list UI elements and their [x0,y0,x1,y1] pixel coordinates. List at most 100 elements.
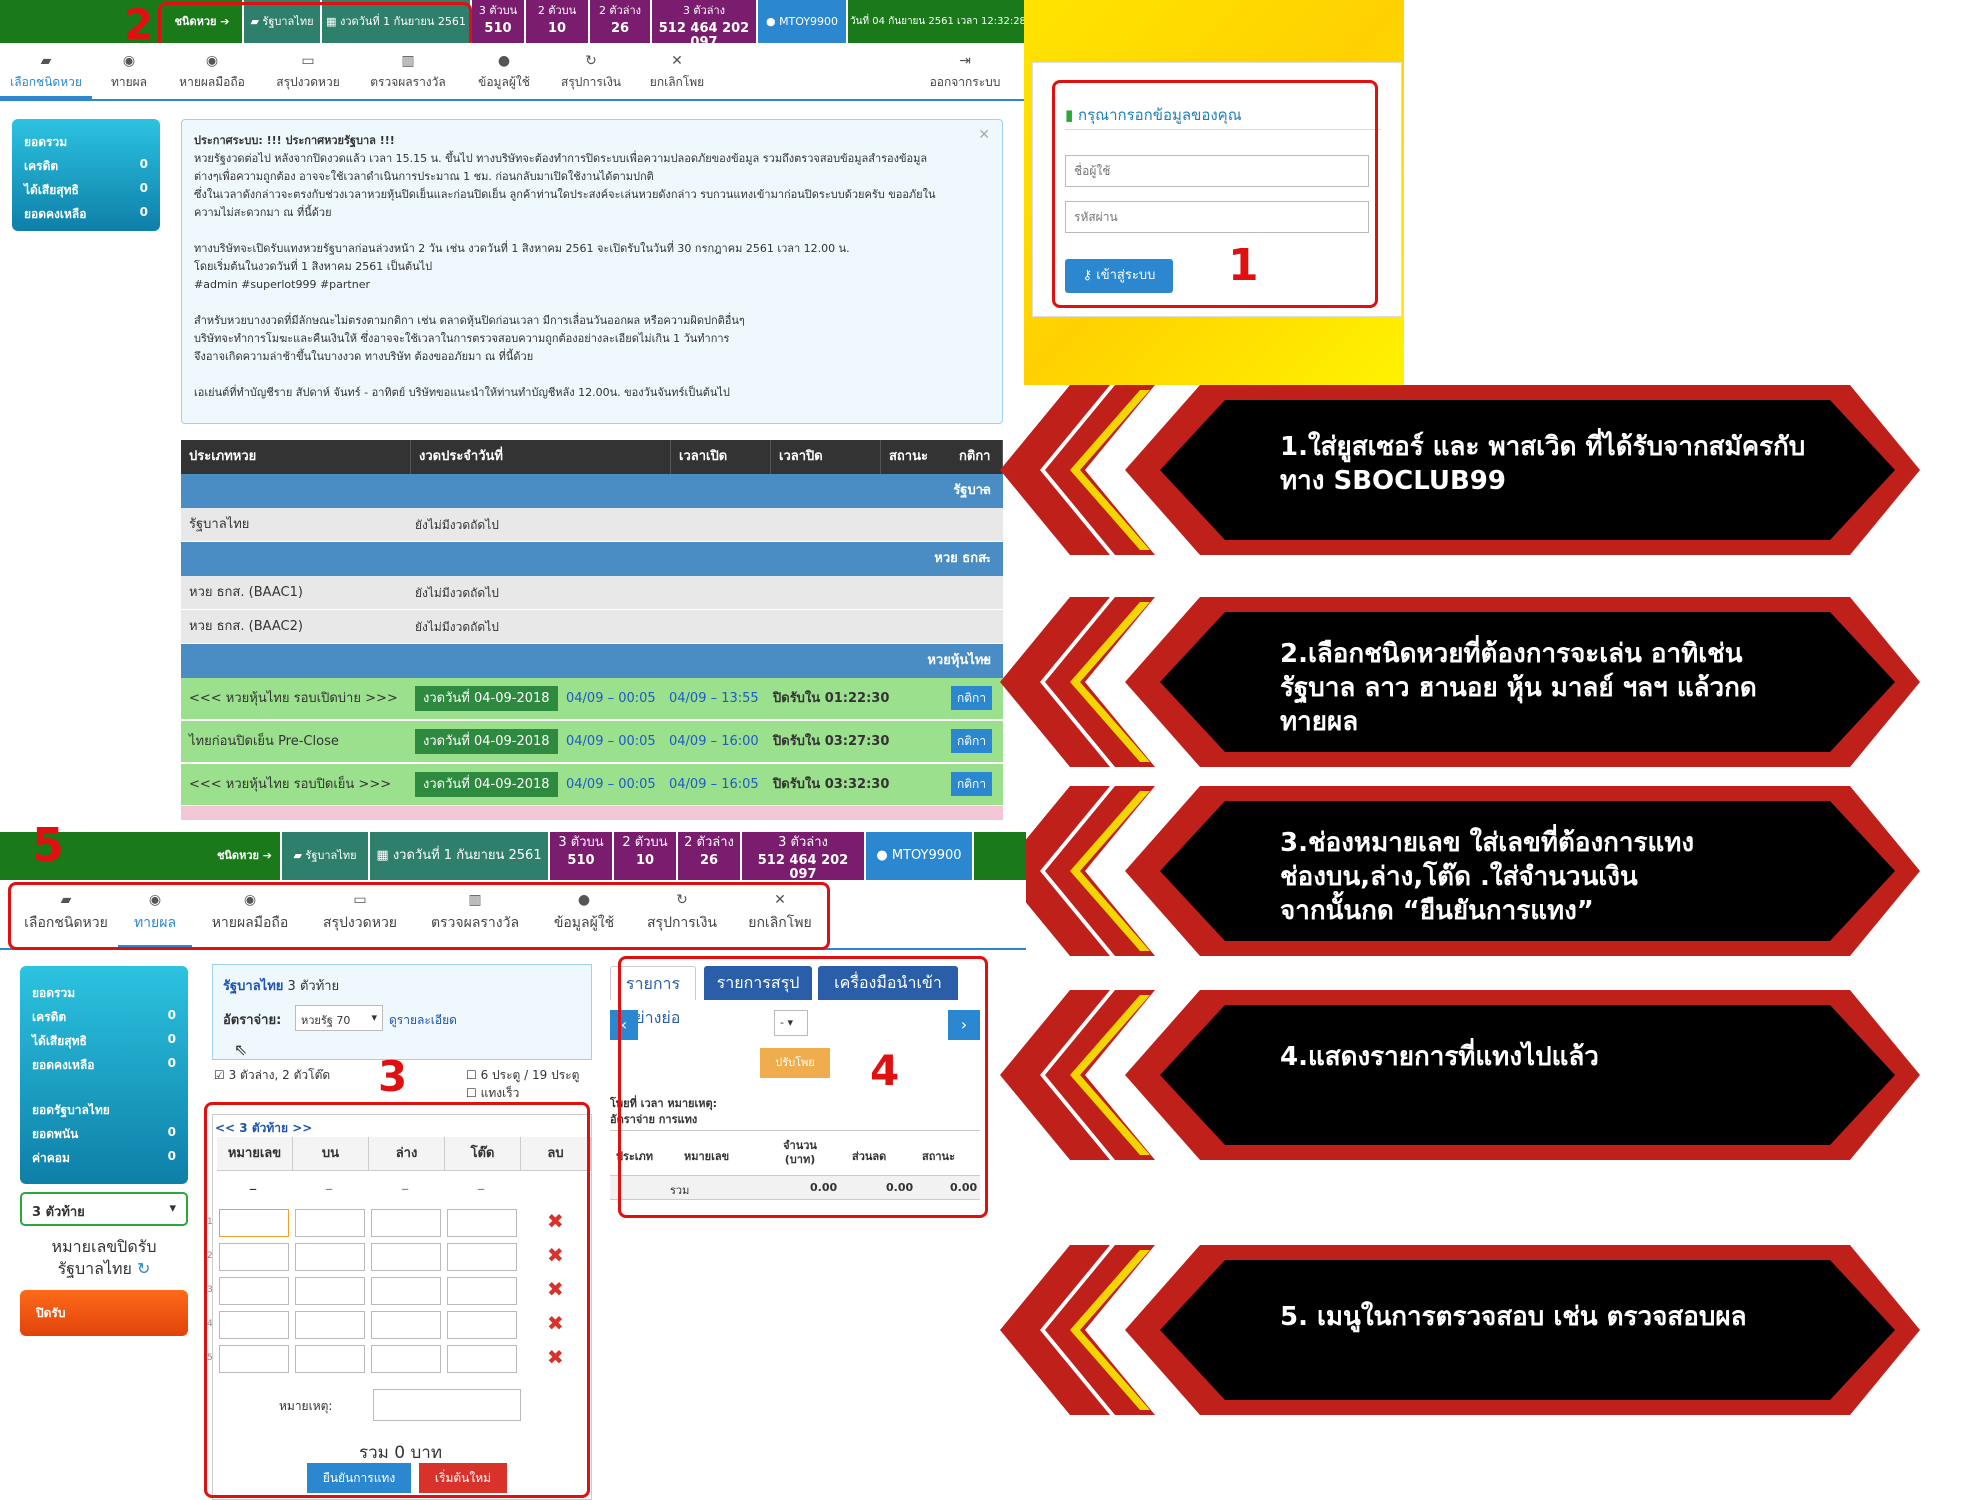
nav-summary[interactable]: ▭ สรุปงวดหวย [262,53,354,92]
lottery-name-button[interactable]: ▰ รัฐบาลไทย [282,832,368,880]
refresh-icon: ↻ [585,53,597,69]
highlight-4 [618,956,988,1218]
callout-1: 1.ใส่ยูสเซอร์ และ พาสเวิด ที่ได้รับจากสม… [1000,385,1920,555]
draw-date-button[interactable]: ▦ งวดวันที่ 1 กันยายน 2561 [370,832,548,880]
table-row[interactable]: หวย ธกส. (BAAC1) ยังไม่มีงวดถัดไป [181,576,1003,610]
group-header[interactable]: รัฐบาล − [181,474,1003,508]
bet-info-panel: รัฐบาลไทย 3 ตัวท้าย อัตราจ่าย: หวยรัฐ 70… [212,964,592,1060]
balance-row: เครดิต 0 [32,1008,176,1024]
group-header[interactable]: หวยหุ้นไทย − [181,644,1003,678]
balance-row: ได้เสียสุทธิ 0 [24,181,148,197]
option-quick[interactable]: ☐ แทงเร็ว [466,1084,519,1103]
announce-line: ต่างๆเพื่อความถูกต้อง อาจจะใช้เวลาดำเนิน… [194,170,654,183]
callout-text: 2.เลือกชนิดหวยที่ต้องการจะเล่น อาทิเช่นร… [1280,639,1757,737]
main-nav: ▰ เลือกชนิดหวย ◉ ทายผล ◉ หายผลมือถือ ▭ สรุปง… [0,43,1026,101]
nav-user-info[interactable]: ● ข้อมูลผู้ใช้ [462,53,546,92]
rule-button[interactable]: กติกา [951,729,993,753]
closed-numbers: หมายเลขปิดรับ รัฐบาลไทย ↻ [51,1237,157,1278]
refresh-icon[interactable]: ↻ [137,1259,150,1278]
callout-arrow-shape [1000,990,1920,1160]
user-button[interactable]: ● MTOY9900 [866,832,972,880]
callout-text: 3.ช่องหมายเลข ใส่เลขที่ต้องการแทง ช่องบน… [1280,828,1695,926]
user-icon: ● [765,15,780,28]
callout-2: 2.เลือกชนิดหวยที่ต้องการจะเล่น อาทิเช่นร… [1000,597,1920,767]
highlight-2 [158,2,472,49]
table-row[interactable]: <<< หวยหุ้นไทย รอบเปิดบ่าย >>> งวดวันที่… [181,678,1003,720]
sign-out-icon: ⇥ [959,53,971,69]
rule-button[interactable]: กติกา [951,772,993,796]
callout-text: 1.ใส่ยูสเซอร์ และ พาสเวิด ที่ได้รับจากสม… [1280,432,1806,496]
nav-check-results[interactable]: ▥ ตรวจผลรางวัล [358,53,458,92]
announce-line: ประกาศระบบ: !!! ประกาศหวยรัฐบาล !!! [194,134,395,147]
balance-row: ค่าคอม 0 [32,1149,176,1165]
table-header: ประเภทหวย งวดประจำวันที่ เวลาเปิด เวลาปิ… [181,440,1003,474]
callout-text: 4.แสดงรายการที่แทงไปแล้ว [1280,1042,1599,1072]
balance-title: ยอดรวม [32,986,76,1000]
announce-line: ทางบริษัทจะเปิดรับแทงหวยรัฐบาลก่อนล่วงหน… [194,242,850,255]
stat-3top: 3 ตัวบน 510 [550,832,612,880]
callout-4: 4.แสดงรายการที่แทงไปแล้ว [1000,990,1920,1160]
checkbox-icon: ☐ [466,1086,477,1100]
user-button[interactable]: ● MTOY9900 [758,0,846,43]
table-row[interactable]: หวย ธกส. (BAAC2) ยังไม่มีงวดถัดไป [181,610,1003,644]
option-3bottom[interactable]: ☑ 3 ตัวล่าง, 2 ตัวโต๊ด [214,1066,330,1085]
dashboard-icon: ◉ [122,53,136,69]
rate-detail-link[interactable]: ดูรายละเอียด [389,1011,457,1030]
announce-line: บริษัทจะทำการโมฆะและคืนเงินให้ ซึ่งอาจจะ… [194,332,730,345]
close-icon: ✕ [671,53,683,69]
table-row-partial [181,806,1003,820]
balance-box-2: ยอดรวม เครดิต 0 ได้เสียสุทธิ 0 ยอดคงเหลือ 0… [20,966,188,1184]
nav-predict-mobile[interactable]: ◉ หายผลมือถือ [166,53,258,92]
table-row[interactable]: ไทยก่อนปิดเย็น Pre-Close งวดวันที่ 04-09… [181,721,1003,763]
marker-5: 5 [32,818,65,872]
calendar-icon: ▦ [376,848,393,863]
stat-3bottom: 3 ตัวล่าง512 464 202 097 [742,832,864,882]
table-row[interactable]: <<< หวยหุ้นไทย รอบปิดเย็น >>> งวดวันที่ … [181,764,1003,806]
stat-3top: 3 ตัวบน 510 [472,0,524,43]
rule-button[interactable]: กติกา [951,686,993,710]
bet-type-select[interactable]: 3 ตัวท้าย ▾ [20,1192,188,1226]
nav-cancel[interactable]: ✕ ยกเลิกโพย [636,53,718,92]
col-header: กติกา [959,449,991,464]
cursor-icon: ⇖ [234,1040,248,1059]
callout-text: 5. เมนูในการตรวจสอบ เช่น ตรวจสอบผล [1280,1302,1747,1332]
announce-line: หวยรัฐงวดต่อไป หลังจากปิดงวดแล้ว เวลา 15… [194,152,928,165]
group-header[interactable]: หวย ธกส. − [181,542,1003,576]
announce-line: จึงอาจเกิดความล่าช้าขึ้นในบางงวด ทางบริษ… [194,350,534,363]
rate-select[interactable]: หวยรัฐ 70 ▾ [295,1005,383,1031]
dashboard-icon: ◉ [205,53,219,69]
book-icon: ▰ [40,53,52,69]
bar-chart-icon: ▥ [401,53,415,69]
option-6door[interactable]: ☐ 6 ประตู / 19 ประตู [466,1066,579,1085]
announce-line: ซึ่งในเวลาดังกล่าวจะตรงกับช่วงเวลาหวยหุ้… [194,188,936,201]
top-bar: ชนิดหวย ➔ ▰ รัฐบาลไทย ▦ งวดวันที่ 1 กันย… [0,0,1028,50]
collapse-icon[interactable]: − [980,644,991,678]
col-header: งวดประจำวันที่ [411,440,671,474]
announce-line: ความไม่สะดวกมา ณ ที่นี้ด้วย [194,206,332,219]
announce-line: #admin #superlot999 #partner [194,278,370,291]
stat-2bottom: 2 ตัวล่าง 26 [590,0,650,43]
announce-line: โดยเริ่มต้นในงวดวันที่ 1 สิงหาคม 2561 เป… [194,260,433,273]
balance-title: ยอดรัฐบาลไทย [32,1103,110,1117]
draw-badge: งวดวันที่ 04-09-2018 [415,729,558,754]
col-header: เวลาปิด [771,440,881,474]
highlight-1 [1052,80,1378,308]
col-header: เวลาเปิด [671,440,771,474]
lottery-table: ประเภทหวย งวดประจำวันที่ เวลาเปิด เวลาปิ… [181,440,1003,820]
bet-info-title: รัฐบาลไทย 3 ตัวท้าย [223,979,340,994]
nav-select-lottery[interactable]: ▰ เลือกชนิดหวย [0,43,92,99]
collapse-icon[interactable]: − [980,542,991,576]
nav-logout[interactable]: ⇥ ออกจากระบบ [920,53,1010,92]
table-row[interactable]: รัฐบาลไทย ยังไม่มีงวดถัดไป [181,508,1003,542]
nav-finance[interactable]: ↻ สรุปการเงิน [550,53,632,92]
nav-predict[interactable]: ◉ ทายผล [96,53,162,92]
stat-3bottom: 3 ตัวล่าง512 464 202 097 [652,0,756,50]
marker-4: 4 [870,1046,900,1095]
chevron-down-icon: ▾ [169,1201,176,1216]
closed-button[interactable]: ปิดรับ [20,1290,188,1336]
collapse-icon[interactable]: − [980,474,991,508]
checkbox-checked-icon: ☑ [214,1068,225,1082]
close-icon[interactable]: ✕ [978,126,990,144]
balance-title: ยอดรวม [24,135,68,149]
callout-3: 3.ช่องหมายเลข ใส่เลขที่ต้องการแทง ช่องบน… [1000,786,1920,956]
